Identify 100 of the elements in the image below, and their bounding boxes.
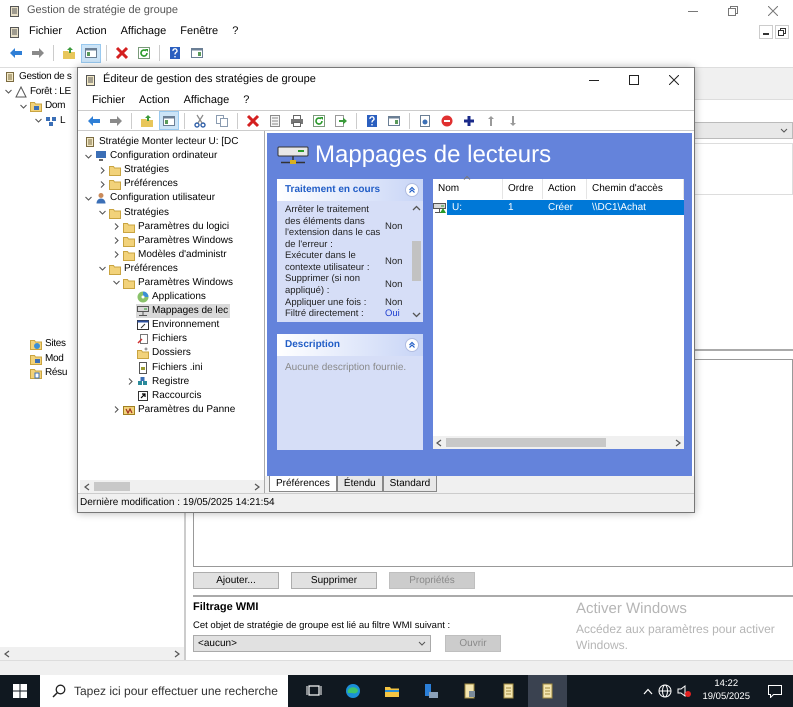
tree-item[interactable]: Fichiers .ini [136,360,205,375]
collapse-icon[interactable] [405,338,419,352]
clock-time[interactable]: 14:22 [702,678,750,691]
tree-item[interactable]: Mappages de lec [136,304,230,318]
page-heading: Mappages de lecteurs [315,143,552,167]
tree-item[interactable]: Modèles d'administr [122,248,229,262]
scroll-right-icon[interactable] [174,650,180,658]
action-button[interactable]: Supprimer [291,572,377,590]
chevron-right-icon[interactable] [126,377,135,386]
scroll-thumb[interactable] [446,438,606,447]
scrollbar[interactable] [0,647,184,660]
menu-item[interactable]: Fenêtre [174,24,224,40]
tree-item[interactable]: Paramètres Windows [122,234,236,248]
menu-item[interactable]: Affichage [114,24,172,40]
tree-item[interactable]: Paramètres du Panne [122,402,238,417]
collapse-icon[interactable] [405,183,419,197]
chevron-right-icon[interactable] [98,180,107,189]
tab[interactable]: Standard [382,476,438,492]
chevron-down-icon[interactable] [98,264,107,274]
chevron-down-icon[interactable] [98,208,107,218]
scrollbar[interactable] [80,480,264,493]
tree-item[interactable]: Dom [29,99,68,114]
scroll-right-icon[interactable] [675,438,681,446]
scroll-thumb[interactable] [412,241,421,282]
tree-item[interactable]: Stratégies [108,206,172,220]
column-header[interactable]: Ordre [503,179,543,199]
action-button[interactable]: Ajouter... [193,572,279,590]
status-text: Dernière modification : 19/05/2025 14:21:54 [80,497,275,509]
tree-item[interactable]: Configuration utilisateur [94,191,218,206]
tree-item[interactable]: Mod [29,352,66,366]
tree-item[interactable]: Registre [136,374,192,389]
tree-item[interactable]: Sites [29,337,68,352]
taskbar-app-button[interactable] [528,675,567,707]
chevron-down-icon[interactable] [19,102,28,111]
chevron-down-icon[interactable] [84,152,93,161]
table-cell: Créer [543,200,587,215]
scroll-up-icon[interactable] [412,205,421,211]
tree-item[interactable]: Environnement [136,318,222,332]
menu-item[interactable]: Action [70,24,113,40]
tree-item[interactable]: Paramètres Windows [122,276,236,290]
shortcut-icon [137,390,149,402]
chevron-down-icon[interactable] [84,194,93,203]
scroll-down-icon[interactable] [412,312,421,318]
tree-item[interactable]: Forêt : LE [14,84,73,99]
chevron-right-icon[interactable] [112,236,121,246]
scroll-thumb[interactable] [94,482,130,491]
scroll-right-icon[interactable] [254,482,260,490]
column-header[interactable]: Chemin d'accès [587,179,684,199]
chevron-down-icon[interactable] [112,278,121,288]
tree-item[interactable]: Gestion de s [3,70,74,84]
chevron-down-icon[interactable] [4,87,13,96]
tab[interactable]: Étendu [336,476,383,492]
tree-item[interactable]: Stratégies [108,163,172,178]
console-tree-icon[interactable] [81,44,101,62]
tree-item[interactable]: Raccourcis [136,388,204,403]
folder-icon [109,178,121,190]
scroll-left-icon[interactable] [4,650,10,658]
chevron-right-icon[interactable] [98,166,107,175]
table-cell[interactable]: U: [447,200,503,215]
chevron-up-icon[interactable] [643,688,654,694]
menu-item[interactable]: ? [226,24,244,40]
tree-item[interactable]: Paramètres du logici [122,220,232,234]
tab[interactable]: Préférences [269,476,337,492]
clock-date[interactable]: 19/05/2025 [702,691,750,704]
globe-icon[interactable] [658,684,672,698]
triangle-icon [15,86,27,98]
menu-item[interactable]: Fichier [23,24,68,40]
tree-item[interactable]: Résu [29,366,70,380]
scroll-left-icon[interactable] [436,438,442,446]
scrollbar[interactable] [433,436,684,449]
chevron-right-icon[interactable] [112,405,121,414]
tree-item[interactable]: Fichiers [136,332,190,346]
drive-icon [433,202,447,214]
chevron-right-icon[interactable] [112,250,121,260]
tree-item[interactable]: Dossiers [136,346,193,360]
chevron-right-icon[interactable] [112,222,121,232]
scroll-left-icon[interactable] [84,482,90,490]
setting-link[interactable]: Oui [385,308,400,320]
tree-item[interactable]: L [44,114,68,128]
menu-item[interactable]: ? [237,93,256,109]
tree-item[interactable]: Préférences [108,177,180,192]
menu-item[interactable]: Fichier [86,93,132,109]
speaker-muted-icon[interactable] [677,684,692,698]
search-field[interactable]: Tapez ici pour effectuer une recherche [40,675,288,707]
tree-item[interactable]: Configuration ordinateur [94,149,220,164]
minimize-button[interactable] [759,25,773,39]
tree-item[interactable]: Applications [136,290,208,304]
menu-item[interactable]: Affichage [178,93,236,109]
column-header[interactable]: Nom [433,179,503,199]
setting-label: Appliquer une fois : [285,296,368,308]
tree-item[interactable]: Préférences [108,262,180,276]
restore-button[interactable] [775,25,789,39]
console-tree-icon[interactable] [159,111,179,130]
user-icon [95,192,107,204]
wmi-filter-dropdown[interactable]: <aucun> [193,635,431,652]
notification-icon[interactable] [767,684,783,698]
chevron-down-icon[interactable] [34,116,43,126]
column-header[interactable]: Action [543,179,587,199]
tree-item[interactable]: Stratégie Monter lecteur U: [DC [83,135,240,150]
menu-item[interactable]: Action [133,93,176,109]
